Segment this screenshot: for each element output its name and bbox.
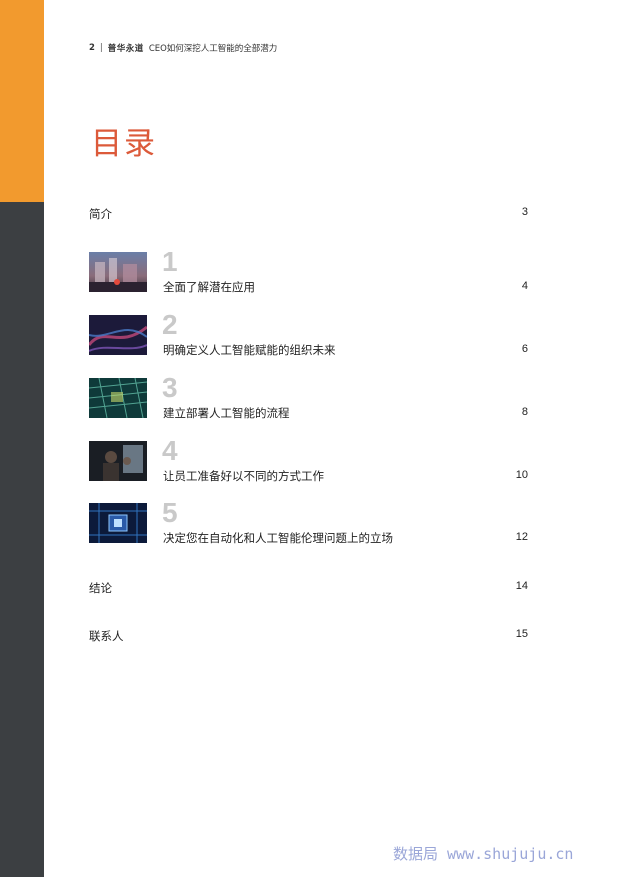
chapter-number: 2 xyxy=(162,309,178,340)
header-page-number: 2 xyxy=(89,43,95,53)
toc-chapter-4[interactable]: 4 让员工准备好以不同的方式工作 10 xyxy=(89,435,528,483)
chapter-2-thumbnail xyxy=(89,315,147,355)
chapter-number: 4 xyxy=(162,435,178,466)
toc-chapter-3[interactable]: 3 建立部署人工智能的流程 8 xyxy=(89,372,528,420)
page-title: 目录 xyxy=(91,126,157,162)
header-doc-title: CEO如何深挖人工智能的全部潜力 xyxy=(148,44,278,54)
chapter-number: 1 xyxy=(162,246,178,277)
toc-chapter-2[interactable]: 2 明确定义人工智能赋能的组织未来 6 xyxy=(89,309,528,357)
chapter-number: 5 xyxy=(162,497,178,528)
chapter-5-thumbnail xyxy=(89,503,147,543)
chapter-label: 全面了解潜在应用 xyxy=(163,280,255,294)
toc-entry-conclusion[interactable]: 结论 14 xyxy=(89,580,528,596)
chapter-page: 6 xyxy=(521,343,528,355)
orange-side-bar xyxy=(0,0,44,202)
toc-chapter-5[interactable]: 5 决定您在自动化和人工智能伦理问题上的立场 12 xyxy=(89,497,528,545)
header-separator: | xyxy=(99,43,103,53)
chapter-label: 明确定义人工智能赋能的组织未来 xyxy=(163,343,336,357)
toc-entry-label: 联系人 xyxy=(89,629,124,643)
chapter-3-thumbnail xyxy=(89,378,147,418)
chapter-page: 12 xyxy=(515,531,528,543)
chapter-label: 让员工准备好以不同的方式工作 xyxy=(163,469,324,483)
chapter-page: 4 xyxy=(521,280,528,292)
toc-entry-label: 结论 xyxy=(89,581,112,595)
gray-side-bar xyxy=(0,202,44,877)
toc-chapter-1[interactable]: 1 全面了解潜在应用 4 xyxy=(89,246,528,294)
toc-entry-contacts[interactable]: 联系人 15 xyxy=(89,628,528,644)
chapter-page: 8 xyxy=(521,406,528,418)
chapter-label: 决定您在自动化和人工智能伦理问题上的立场 xyxy=(163,531,393,545)
toc-entry-page: 14 xyxy=(515,580,528,592)
chapter-1-thumbnail xyxy=(89,252,147,292)
brand-logo: 普华永道 xyxy=(107,44,144,54)
chapter-page: 10 xyxy=(515,469,528,481)
toc-entry-intro[interactable]: 简介 3 xyxy=(89,206,528,222)
toc-entry-page: 15 xyxy=(515,628,528,640)
chapter-label: 建立部署人工智能的流程 xyxy=(163,406,290,420)
running-header: 2 | 普华永道 CEO如何深挖人工智能的全部潜力 xyxy=(89,42,277,54)
chapter-number: 3 xyxy=(162,372,178,403)
chapter-4-thumbnail xyxy=(89,441,147,481)
toc-entry-label: 简介 xyxy=(89,207,112,221)
watermark: 数据局 www.shujuju.cn xyxy=(393,845,574,863)
toc-entry-page: 3 xyxy=(521,206,528,218)
